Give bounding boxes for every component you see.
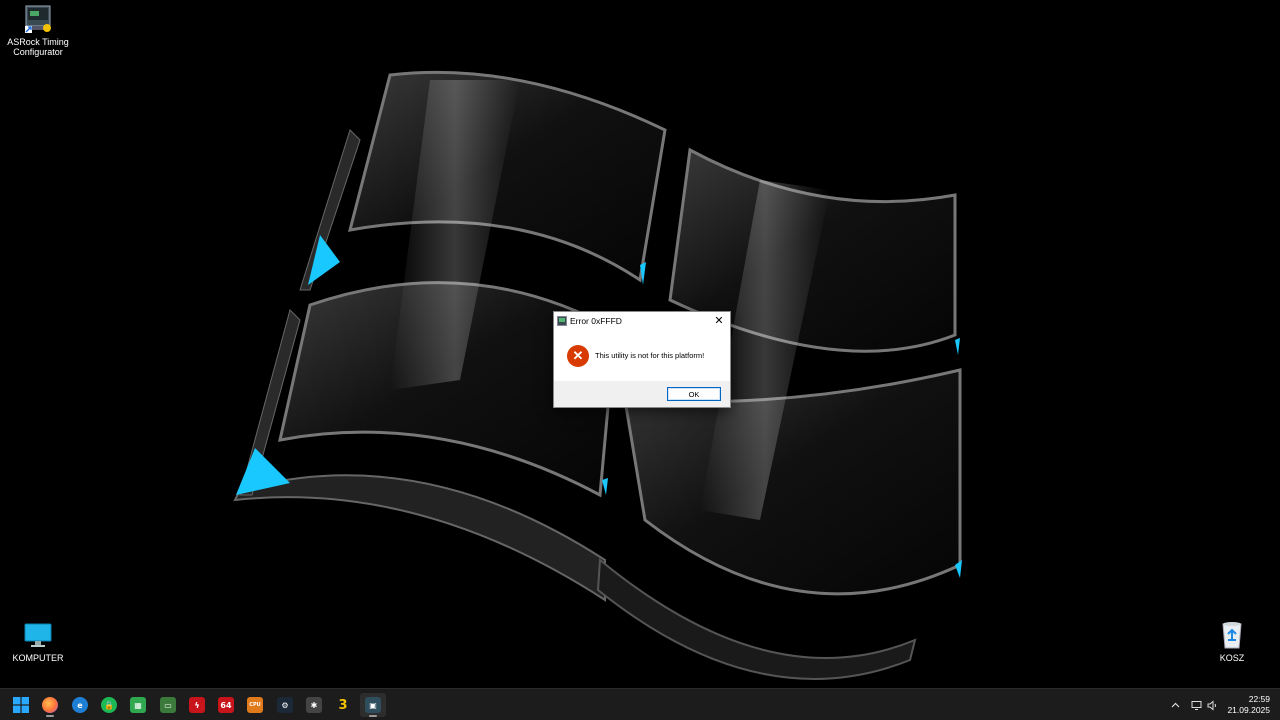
error-icon: ✕: [567, 344, 589, 367]
yellow-3-icon: 3: [335, 697, 351, 713]
taskbar-app-app-flash[interactable]: ϟ: [184, 693, 210, 717]
dialog-titlebar[interactable]: Error 0xFFFD ✕: [554, 312, 730, 329]
tray-overflow-chevron[interactable]: [1168, 689, 1182, 720]
taskbar-app-aida64[interactable]: 64: [213, 693, 239, 717]
dialog-message: This utility is not for this platform!: [595, 351, 705, 360]
aida64-icon: 64: [218, 697, 234, 713]
taskbar-app-app-spider[interactable]: ✱: [301, 693, 327, 717]
gpu-icon: ▭: [160, 697, 176, 713]
desktop-icon-label: KOMPUTER: [12, 653, 64, 663]
taskbar-app-cpu-z[interactable]: CPU: [242, 693, 268, 717]
desktop-icon-computer[interactable]: KOMPUTER: [0, 622, 76, 663]
volume-control[interactable]: [1205, 689, 1219, 720]
taskbar-app-app-green-lock[interactable]: 🔒: [96, 693, 122, 717]
app-icon: [557, 315, 567, 326]
taskbar-app-app-e[interactable]: e: [67, 693, 93, 717]
monitor-icon: [24, 623, 52, 647]
taskbar-app-firefox[interactable]: [37, 693, 63, 717]
desktop-icon-label: ASRock Timing Configurator: [7, 37, 69, 57]
browser-e-icon: e: [72, 697, 88, 713]
running-indicator: [369, 715, 377, 717]
desktop-icon-label: KOSZ: [1219, 653, 1245, 663]
taskbar-app-app-3[interactable]: 3: [330, 693, 356, 717]
windows-start-icon: [13, 697, 29, 713]
clock-date: 21.09.2025: [1227, 705, 1270, 715]
network-status[interactable]: [1189, 689, 1203, 720]
chevron-up-icon: [1171, 702, 1179, 708]
close-button[interactable]: ✕: [708, 312, 730, 329]
green-lock-icon: 🔒: [101, 697, 117, 713]
taskbar-app-app-gpu[interactable]: ▭: [155, 693, 181, 717]
taskbar-app-start[interactable]: [8, 693, 34, 717]
steam-icon: ⚙: [277, 697, 293, 713]
dialog-title: Error 0xFFFD: [570, 315, 622, 326]
taskbar: e 🔒 ▦ ▭ ϟ 64 CPU ⚙ ✱ 3 ▣ 22:59 21.09.2025: [0, 688, 1280, 720]
green-grid-icon: ▦: [130, 697, 146, 713]
system-clock[interactable]: 22:59 21.09.2025: [1227, 694, 1270, 716]
taskbar-app-app-green[interactable]: ▦: [125, 693, 151, 717]
error-dialog: Error 0xFFFD ✕ ✕ This utility is not for…: [553, 311, 731, 408]
recycle-bin-icon: [1222, 622, 1242, 649]
dialog-body: ✕ This utility is not for this platform!: [554, 329, 730, 382]
desktop-icon-asrock-timing[interactable]: ASRock Timing Configurator: [0, 4, 76, 57]
dialog-footer: OK: [554, 381, 730, 407]
red-flash-icon: ϟ: [189, 697, 205, 713]
cpu-icon: CPU: [247, 697, 263, 713]
taskbar-app-steam[interactable]: ⚙: [272, 693, 298, 717]
speaker-icon: [1207, 699, 1216, 711]
ok-button[interactable]: OK: [667, 387, 721, 401]
spider-icon: ✱: [306, 697, 322, 713]
asrock-timing-icon: ▣: [365, 697, 381, 713]
clock-time: 22:59: [1248, 694, 1270, 704]
asrock-timing-icon: [25, 5, 51, 33]
taskbar-app-asrock-timing[interactable]: ▣: [360, 693, 386, 717]
desktop-icon-recycle-bin[interactable]: KOSZ: [1194, 620, 1270, 663]
running-indicator: [46, 715, 54, 717]
firefox-icon: [42, 697, 58, 713]
network-icon: [1191, 700, 1201, 710]
